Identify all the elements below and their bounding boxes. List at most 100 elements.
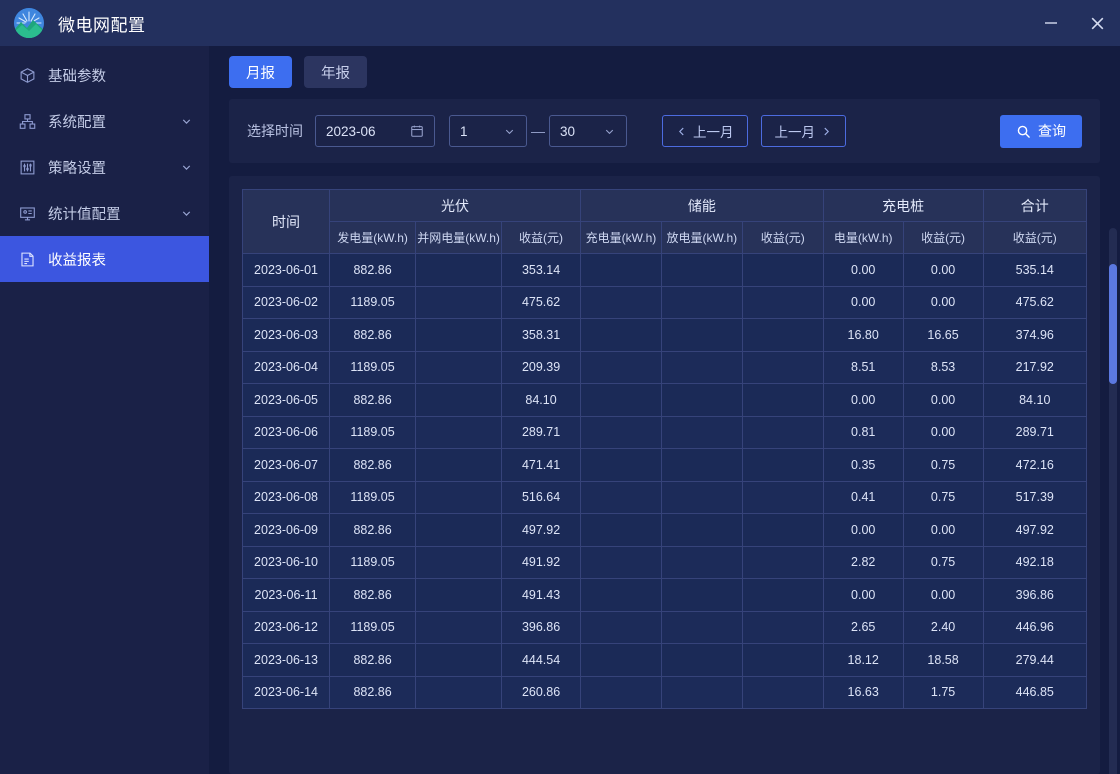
cell-cp-power: 0.81 (823, 416, 903, 449)
close-icon[interactable] (1074, 0, 1120, 46)
sitemap-icon (18, 112, 36, 130)
cell-es-charge (581, 351, 662, 384)
table-sub-header-row: 发电量(kW.h) 并网电量(kW.h) 收益(元) 充电量(kW.h) 放电量… (243, 222, 1087, 254)
day-from-value: 1 (460, 124, 468, 139)
table-row[interactable]: 2023-06-081189.05516.640.410.75517.39 (243, 481, 1087, 514)
cell-es-charge (581, 254, 662, 287)
cell-pv-grid (416, 254, 502, 287)
cell-total-income: 472.16 (983, 449, 1087, 482)
month-picker-input[interactable]: 2023-06 (315, 115, 435, 147)
cell-time: 2023-06-07 (243, 449, 330, 482)
cell-pv-generation: 1189.05 (330, 546, 416, 579)
table-row[interactable]: 2023-06-101189.05491.922.820.75492.18 (243, 546, 1087, 579)
chevron-down-icon[interactable] (179, 206, 193, 220)
tab-yearly-report[interactable]: 年报 (304, 56, 367, 88)
cell-es-discharge (661, 416, 742, 449)
day-to-value: 30 (560, 124, 575, 139)
cell-total-income: 84.10 (983, 384, 1087, 417)
cell-es-charge (581, 611, 662, 644)
cell-pv-grid (416, 351, 502, 384)
cell-es-discharge (661, 676, 742, 709)
app-title: 微电网配置 (58, 11, 146, 36)
cell-cp-income: 0.75 (903, 481, 983, 514)
cell-pv-income: 471.41 (502, 449, 581, 482)
cell-es-charge (581, 416, 662, 449)
header-cp-power: 电量(kW.h) (823, 222, 903, 254)
sidebar-item-basic-params[interactable]: 基础参数 (0, 52, 209, 98)
cell-es-income (742, 611, 823, 644)
chevron-down-icon[interactable] (179, 114, 193, 128)
cell-es-discharge (661, 449, 742, 482)
window-controls (1028, 0, 1120, 46)
cell-es-discharge (661, 254, 742, 287)
cell-es-discharge (661, 286, 742, 319)
cell-es-income (742, 286, 823, 319)
table-row[interactable]: 2023-06-13882.86444.5418.1218.58279.44 (243, 644, 1087, 677)
table-group-header-row: 时间 光伏 储能 充电桩 合计 (243, 190, 1087, 222)
cell-total-income: 475.62 (983, 286, 1087, 319)
cell-total-income: 492.18 (983, 546, 1087, 579)
app-window: 微电网配置 基础参数 (0, 0, 1120, 774)
report-table-card: 时间 光伏 储能 充电桩 合计 发电量(kW.h) 并网电量(kW.h) 收益(… (229, 176, 1100, 774)
table-scroll-region[interactable]: 时间 光伏 储能 充电桩 合计 发电量(kW.h) 并网电量(kW.h) 收益(… (242, 189, 1087, 774)
cell-es-income (742, 384, 823, 417)
table-row[interactable]: 2023-06-11882.86491.430.000.00396.86 (243, 579, 1087, 612)
header-pv-income: 收益(元) (502, 222, 581, 254)
table-row[interactable]: 2023-06-05882.8684.100.000.0084.10 (243, 384, 1087, 417)
sidebar-item-statistics-config[interactable]: 统计值配置 (0, 190, 209, 236)
cell-total-income: 446.85 (983, 676, 1087, 709)
query-button[interactable]: 查询 (1000, 115, 1082, 148)
cell-es-income (742, 416, 823, 449)
chevron-down-icon (503, 125, 516, 138)
cell-es-income (742, 449, 823, 482)
cell-cp-income: 0.00 (903, 514, 983, 547)
cell-pv-generation: 882.86 (330, 644, 416, 677)
cell-pv-generation: 1189.05 (330, 351, 416, 384)
sidebar-item-revenue-report[interactable]: 收益报表 (0, 236, 209, 282)
cell-es-income (742, 481, 823, 514)
main-content: 月报 年报 选择时间 2023-06 1 (209, 46, 1120, 774)
table-row[interactable]: 2023-06-01882.86353.140.000.00535.14 (243, 254, 1087, 287)
minimize-icon[interactable] (1028, 0, 1074, 46)
cell-pv-generation: 882.86 (330, 384, 416, 417)
next-month-button[interactable]: 上一月 (761, 115, 847, 147)
table-row[interactable]: 2023-06-03882.86358.3116.8016.65374.96 (243, 319, 1087, 352)
day-to-select[interactable]: 30 (549, 115, 627, 147)
sidebar: 基础参数 系统配置 (0, 46, 209, 774)
header-group-total: 合计 (983, 190, 1087, 222)
cell-time: 2023-06-11 (243, 579, 330, 612)
cell-es-charge (581, 319, 662, 352)
cell-total-income: 217.92 (983, 351, 1087, 384)
scrollbar-thumb[interactable] (1109, 264, 1117, 384)
cell-cp-income: 0.75 (903, 449, 983, 482)
cell-cp-income: 0.00 (903, 384, 983, 417)
table-row[interactable]: 2023-06-09882.86497.920.000.00497.92 (243, 514, 1087, 547)
table-row[interactable]: 2023-06-041189.05209.398.518.53217.92 (243, 351, 1087, 384)
cell-pv-income: 516.64 (502, 481, 581, 514)
cell-pv-income: 396.86 (502, 611, 581, 644)
cell-es-discharge (661, 546, 742, 579)
sidebar-item-system-config[interactable]: 系统配置 (0, 98, 209, 144)
prev-month-button[interactable]: 上一月 (662, 115, 748, 147)
table-row[interactable]: 2023-06-021189.05475.620.000.00475.62 (243, 286, 1087, 319)
sliders-icon (18, 158, 36, 176)
monitor-icon (18, 204, 36, 222)
tab-monthly-report[interactable]: 月报 (229, 56, 292, 88)
chevron-down-icon[interactable] (179, 160, 193, 174)
select-time-label: 选择时间 (247, 121, 303, 141)
sidebar-item-strategy-settings[interactable]: 策略设置 (0, 144, 209, 190)
cell-es-income (742, 676, 823, 709)
chevron-down-icon (603, 125, 616, 138)
table-row[interactable]: 2023-06-14882.86260.8616.631.75446.85 (243, 676, 1087, 709)
cell-total-income: 446.96 (983, 611, 1087, 644)
table-row[interactable]: 2023-06-061189.05289.710.810.00289.71 (243, 416, 1087, 449)
calendar-icon (410, 124, 424, 138)
table-row[interactable]: 2023-06-121189.05396.862.652.40446.96 (243, 611, 1087, 644)
table-row[interactable]: 2023-06-07882.86471.410.350.75472.16 (243, 449, 1087, 482)
vertical-scrollbar[interactable] (1109, 228, 1117, 774)
revenue-report-table: 时间 光伏 储能 充电桩 合计 发电量(kW.h) 并网电量(kW.h) 收益(… (242, 189, 1087, 709)
cell-pv-generation: 882.86 (330, 449, 416, 482)
cell-cp-power: 8.51 (823, 351, 903, 384)
cell-es-income (742, 254, 823, 287)
day-from-select[interactable]: 1 (449, 115, 527, 147)
